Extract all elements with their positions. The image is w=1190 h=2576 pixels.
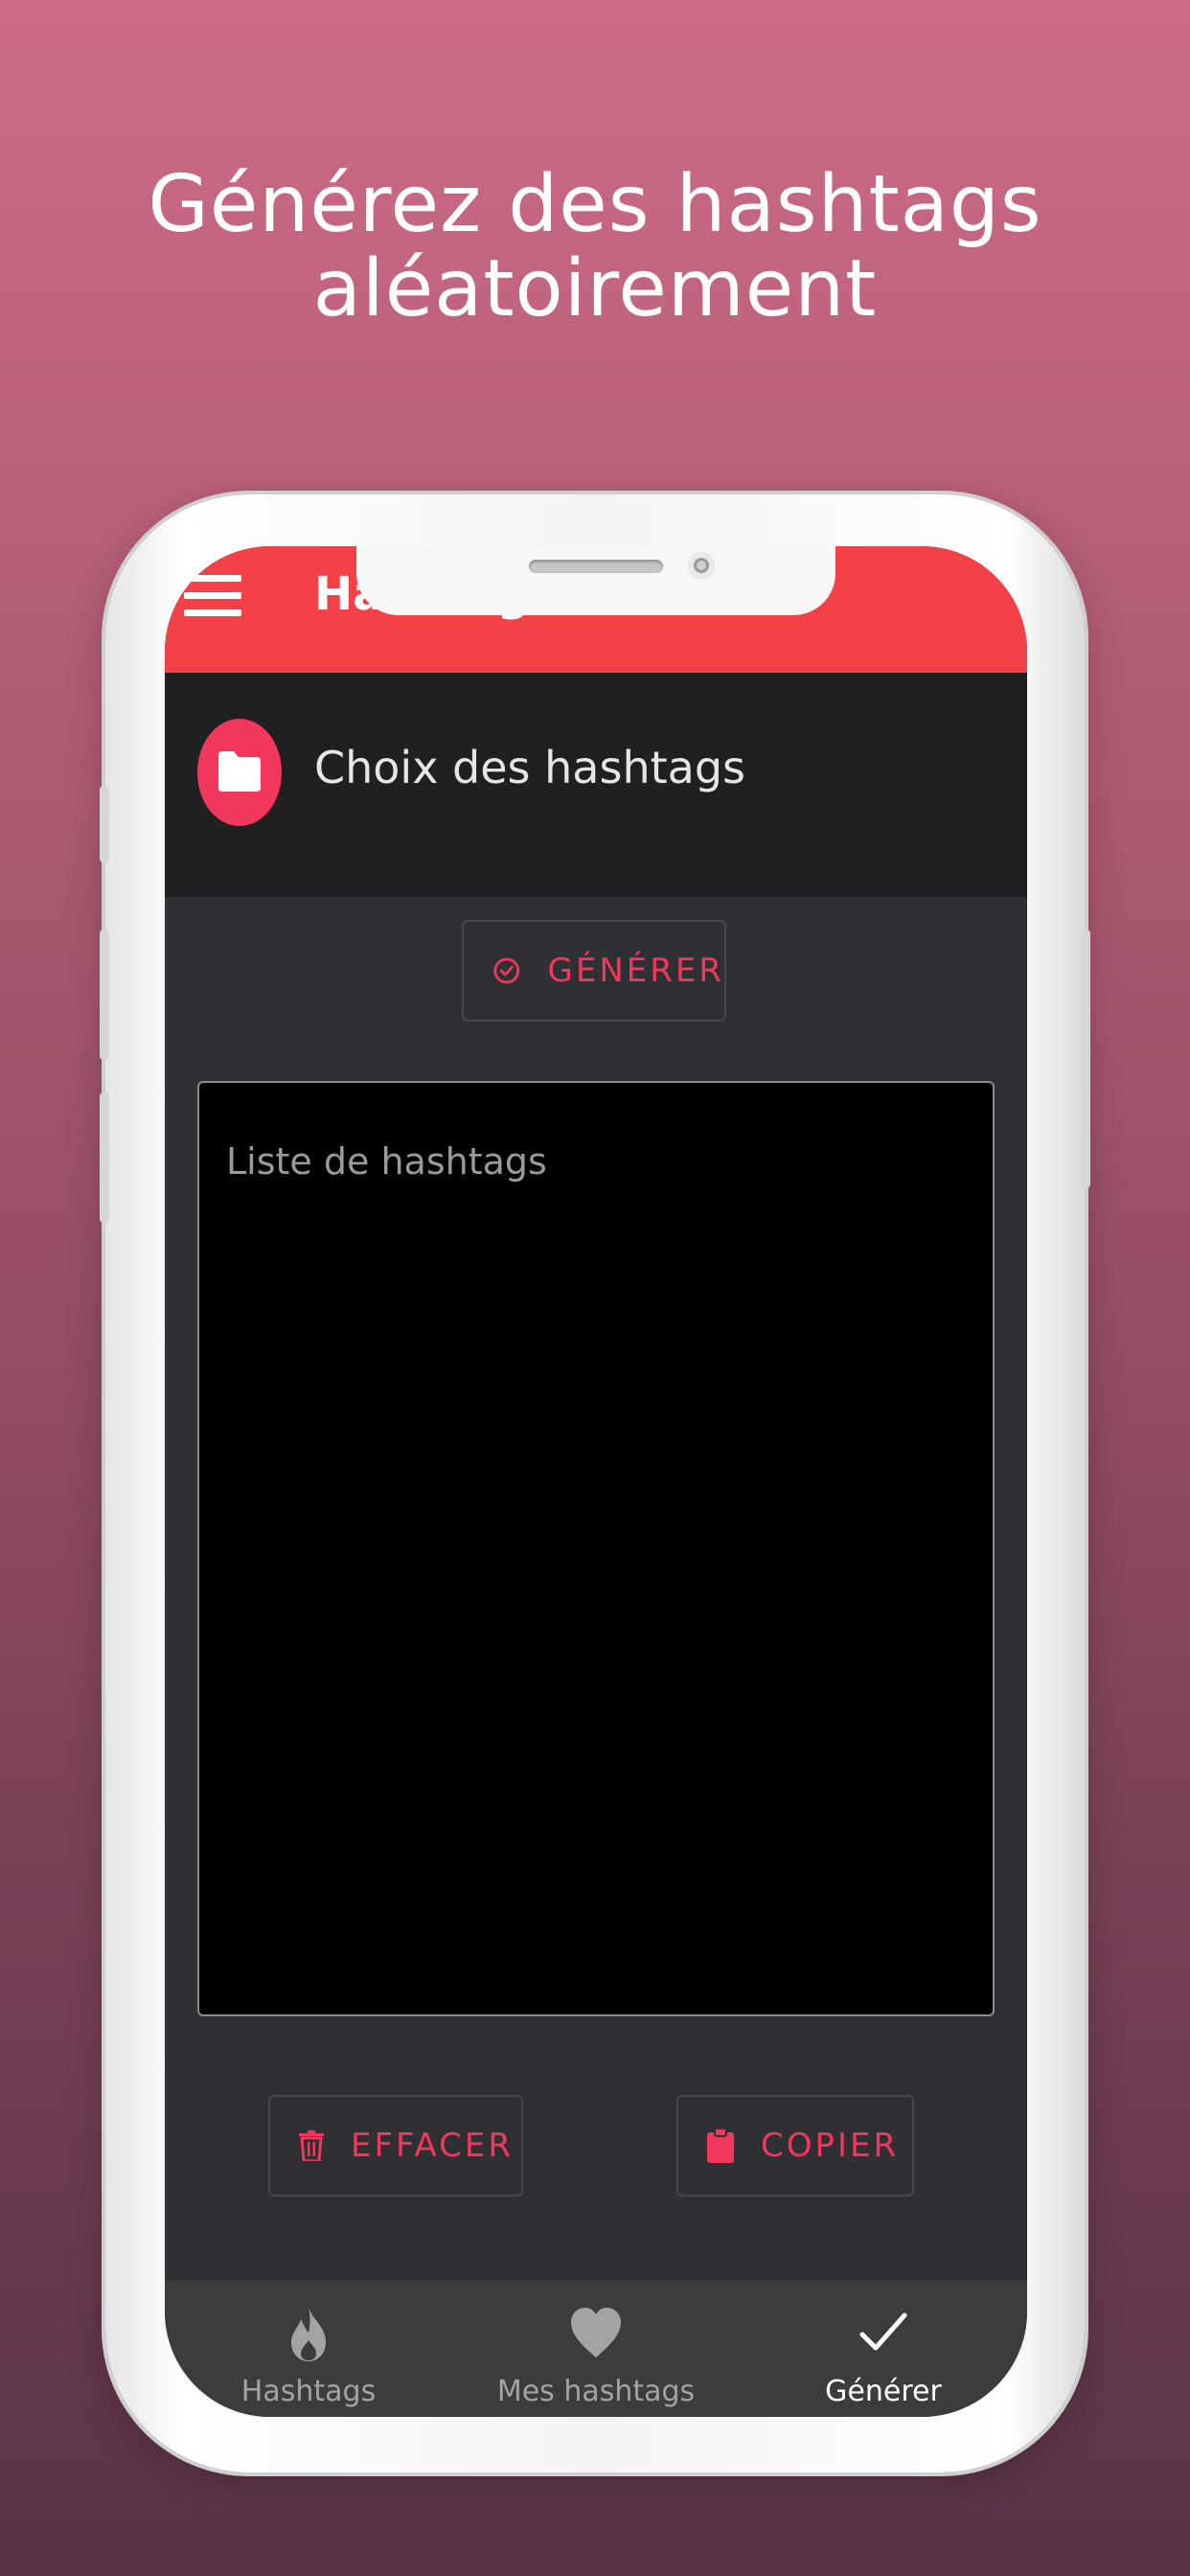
check-circle-icon <box>493 957 520 984</box>
section-header: Choix des hashtags <box>165 673 1027 897</box>
nav-label-my-hashtags: Mes hashtags <box>496 2375 696 2408</box>
nav-label-generate: Générer <box>825 2375 942 2408</box>
hashtag-list-textarea[interactable]: Liste de hashtags <box>197 1081 995 2016</box>
copy-button[interactable]: COPIER <box>676 2095 914 2196</box>
check-icon <box>859 2312 907 2351</box>
heart-icon <box>571 2308 621 2358</box>
phone-power-button <box>1081 930 1090 1188</box>
copy-button-label: COPIER <box>761 2127 900 2165</box>
textarea-placeholder: Liste de hashtags <box>226 1140 547 1183</box>
phone-screen: Hashtags Choix des hashtags GÉNÉRER List… <box>165 546 1027 2417</box>
phone-volume-down-button <box>100 1092 109 1223</box>
nav-label-hashtags: Hashtags <box>240 2375 377 2408</box>
section-title: Choix des hashtags <box>314 742 745 794</box>
front-camera <box>688 552 715 579</box>
generate-button-label: GÉNÉRER <box>547 952 724 990</box>
phone-notch <box>356 546 835 615</box>
clipboard-icon <box>707 2128 734 2163</box>
speaker-grille <box>529 560 663 573</box>
phone-volume-up-button <box>100 930 109 1060</box>
nav-item-hashtags[interactable]: Hashtags <box>165 2281 452 2417</box>
headline-line-1: Générez des hashtags <box>148 159 1042 250</box>
folder-icon <box>197 719 282 826</box>
headline-line-2: aléatoirement <box>312 243 878 334</box>
clear-button[interactable]: EFFACER <box>268 2095 523 2196</box>
bottom-navigation: Hashtags Mes hashtags Générer <box>165 2281 1027 2417</box>
hamburger-menu-icon[interactable] <box>184 575 241 623</box>
nav-item-my-hashtags[interactable]: Mes hashtags <box>452 2281 740 2417</box>
promo-headline: Générez des hashtags aléatoirement <box>0 163 1190 332</box>
clear-button-label: EFFACER <box>351 2127 514 2165</box>
generate-button[interactable]: GÉNÉRER <box>462 920 726 1022</box>
trash-icon <box>299 2130 324 2161</box>
phone-side-button <box>100 786 109 862</box>
flame-icon <box>291 2308 326 2361</box>
nav-item-generate[interactable]: Générer <box>740 2281 1027 2417</box>
